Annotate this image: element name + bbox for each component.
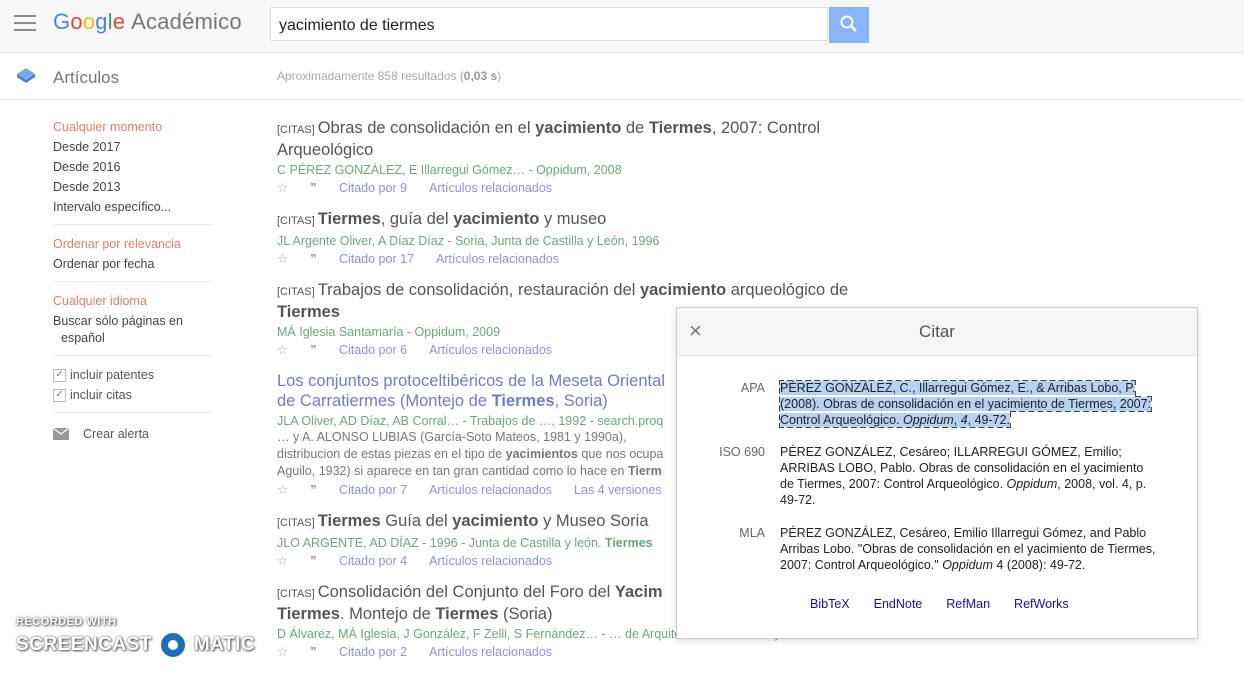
cite-format-label: MLA bbox=[739, 526, 765, 540]
export-refman-link[interactable]: RefMan bbox=[946, 597, 990, 611]
quote-icon[interactable]: ❞ bbox=[310, 342, 317, 357]
star-icon[interactable]: ☆ bbox=[277, 644, 288, 659]
related-articles-link[interactable]: Artículos relacionados bbox=[429, 343, 552, 357]
related-articles-link[interactable]: Artículos relacionados bbox=[429, 181, 552, 195]
divider bbox=[53, 224, 213, 225]
result-authors: JL Argente Oliver, A Díaz Díaz - Soria, … bbox=[277, 234, 660, 248]
lang-spanish[interactable]: Buscar sólo páginas en español bbox=[53, 314, 223, 345]
cite-apa-text[interactable]: PÉREZ GONZÁLEZ, C., Illarregui Gómez, E.… bbox=[778, 380, 1158, 428]
result-item: [CITAS] Tiermes, guía del yacimiento y mu… bbox=[277, 209, 877, 266]
quote-icon[interactable]: ❞ bbox=[310, 180, 317, 195]
filter-since-2013[interactable]: Desde 2013 bbox=[53, 180, 223, 194]
cite-dialog-title: Citar bbox=[919, 322, 955, 341]
results-count: Aproximadamente 858 resultados (0,03 s) bbox=[277, 69, 502, 83]
cite-iso-text[interactable]: PÉREZ GONZÁLEZ, Cesáreo; ILLARREGUI GÓME… bbox=[780, 444, 1158, 508]
record-icon bbox=[157, 630, 188, 660]
filter-any-time[interactable]: Cualquier momento bbox=[53, 120, 223, 134]
product-name: Académico bbox=[131, 9, 242, 34]
logo-letter: G bbox=[53, 9, 71, 34]
export-formats: BibTeX EndNote RefMan RefWorks bbox=[810, 597, 1069, 611]
filter-custom-range[interactable]: Intervalo específico... bbox=[53, 200, 223, 214]
filter-since-2017[interactable]: Desde 2017 bbox=[53, 140, 223, 154]
cite-format-label: APA bbox=[740, 381, 765, 395]
related-articles-link[interactable]: Artículos relacionados bbox=[429, 483, 552, 497]
include-patents-checkbox[interactable]: ✓ incluir patentes bbox=[53, 368, 223, 382]
divider bbox=[53, 281, 213, 282]
sort-by-date[interactable]: Ordenar por fecha bbox=[53, 257, 223, 271]
cited-by-link[interactable]: Citado por 7 bbox=[339, 483, 407, 497]
checkmark-icon: ✓ bbox=[53, 388, 66, 402]
create-alert-button[interactable]: Crear alerta bbox=[53, 427, 223, 441]
menu-icon[interactable] bbox=[14, 15, 36, 33]
envelope-icon bbox=[53, 428, 69, 440]
versions-link[interactable]: Las 4 versiones bbox=[574, 483, 662, 497]
cite-dialog: × Citar APA PÉREZ GONZÁLEZ, C., Illarreg… bbox=[676, 307, 1198, 639]
search-button[interactable] bbox=[829, 7, 869, 43]
export-bibtex-link[interactable]: BibTeX bbox=[810, 597, 850, 611]
cite-mla-text[interactable]: PÉREZ GONZÁLEZ, Cesáreo, Emilio Illarreg… bbox=[780, 525, 1158, 573]
result-item: [CITAS] Obras de consolidación en el yaci… bbox=[277, 118, 877, 195]
checkmark-icon: ✓ bbox=[53, 368, 66, 382]
sort-by-relevance[interactable]: Ordenar por relevancia bbox=[53, 237, 223, 251]
cited-by-link[interactable]: Citado por 2 bbox=[339, 645, 407, 659]
lang-any[interactable]: Cualquier idioma bbox=[53, 294, 223, 308]
include-citations-checkbox[interactable]: ✓ incluir citas bbox=[53, 388, 223, 402]
star-icon[interactable]: ☆ bbox=[277, 482, 288, 497]
logo-letter: o bbox=[82, 9, 96, 34]
divider bbox=[53, 412, 213, 413]
star-icon[interactable]: ☆ bbox=[277, 342, 288, 357]
screencast-watermark: RECORDED WITH SCREENCAST MATIC bbox=[16, 616, 255, 660]
search-icon bbox=[840, 15, 857, 32]
cited-by-link[interactable]: Citado por 6 bbox=[339, 343, 407, 357]
result-authors: C PÉREZ GONZÁLEZ, E Illarregui Gómez… - … bbox=[277, 163, 622, 177]
scholar-logo[interactable]: Google Académico bbox=[53, 9, 242, 35]
star-icon[interactable]: ☆ bbox=[277, 251, 288, 266]
cite-dialog-header: × Citar bbox=[677, 308, 1197, 356]
logo-letter: o bbox=[70, 9, 83, 34]
export-refworks-link[interactable]: RefWorks bbox=[1014, 597, 1069, 611]
filter-since-2016[interactable]: Desde 2016 bbox=[53, 160, 223, 174]
cited-by-link[interactable]: Citado por 9 bbox=[339, 181, 407, 195]
logo-letter: e bbox=[112, 9, 126, 34]
quote-icon[interactable]: ❞ bbox=[310, 482, 317, 497]
result-title[interactable]: [CITAS] Obras de consolidación en el yaci… bbox=[277, 118, 877, 160]
search-input[interactable]: yacimiento de tiermes bbox=[270, 7, 828, 41]
quote-icon[interactable]: ❞ bbox=[310, 251, 317, 266]
logo-letter: g bbox=[95, 9, 108, 34]
related-articles-link[interactable]: Artículos relacionados bbox=[429, 554, 552, 568]
top-bar: Google Académico yacimiento de tiermes bbox=[0, 0, 1244, 53]
result-title[interactable]: [CITAS] Tiermes, guía del yacimiento y mu… bbox=[277, 209, 877, 231]
section-title: Artículos bbox=[53, 68, 120, 87]
star-icon[interactable]: ☆ bbox=[277, 553, 288, 568]
quote-icon[interactable]: ❞ bbox=[310, 644, 317, 659]
divider bbox=[53, 355, 213, 356]
related-articles-link[interactable]: Artículos relacionados bbox=[436, 252, 559, 266]
cite-format-label: ISO 690 bbox=[719, 445, 765, 459]
sub-header bbox=[0, 53, 1244, 100]
quote-icon[interactable]: ❞ bbox=[310, 553, 317, 568]
articles-icon bbox=[17, 68, 35, 83]
cited-by-link[interactable]: Citado por 17 bbox=[339, 252, 414, 266]
related-articles-link[interactable]: Artículos relacionados bbox=[429, 645, 552, 659]
star-icon[interactable]: ☆ bbox=[277, 180, 288, 195]
sidebar: Cualquier momento Desde 2017 Desde 2016 … bbox=[53, 120, 223, 441]
cited-by-link[interactable]: Citado por 4 bbox=[339, 554, 407, 568]
export-endnote-link[interactable]: EndNote bbox=[874, 597, 923, 611]
